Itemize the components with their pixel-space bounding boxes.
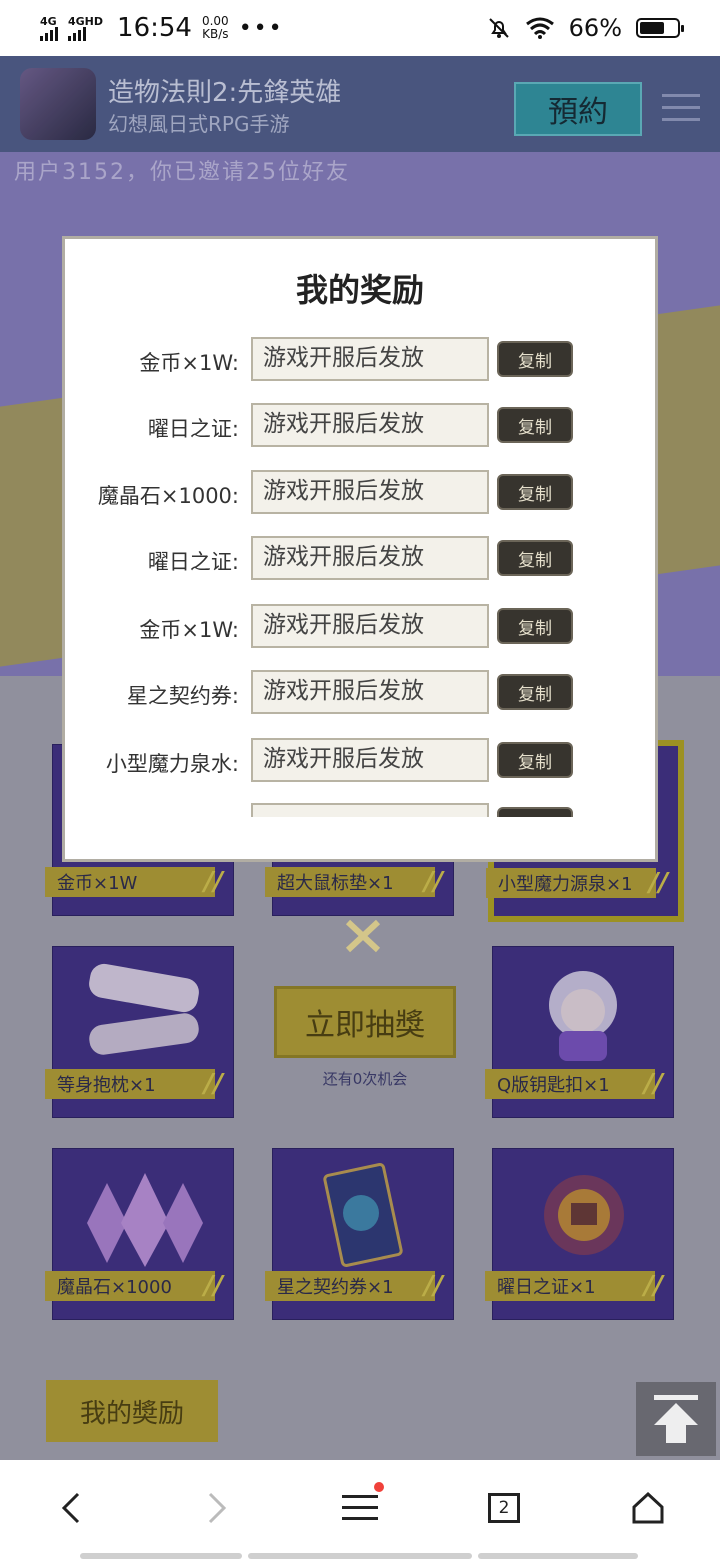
notification-dot	[374, 1482, 384, 1492]
reward-row: 金币×1W: 游戏开服后发放 复制	[65, 604, 655, 652]
reward-list[interactable]: 金币×1W: 游戏开服后发放 复制 曜日之证: 游戏开服后发放 复制 魔晶石×1…	[65, 335, 655, 817]
menu-icon	[342, 1495, 378, 1520]
status-bar: 4G 4GHD 16:54 0.00 KB/s ••• 66%	[0, 0, 720, 56]
reward-row: 金币×1W: 游戏开服后发放 复制	[65, 337, 655, 385]
signal-indicator-2: 4GHD	[68, 16, 103, 41]
wifi-icon	[525, 17, 554, 39]
reward-name: 金币×1W:	[139, 351, 239, 375]
reward-code-field[interactable]: 游戏开服后发放	[251, 604, 489, 648]
reward-code-field[interactable]: 游戏开服后发放	[251, 670, 489, 714]
chevron-left-icon	[61, 1492, 80, 1524]
reward-name: 曜日之证:	[147, 550, 239, 574]
copy-button[interactable]: 复制	[497, 341, 573, 377]
menu-button[interactable]	[330, 1478, 390, 1538]
gesture-bar-segment	[478, 1553, 638, 1559]
my-rewards-dialog: 我的奖励 金币×1W: 游戏开服后发放 复制 曜日之证: 游戏开服后发放 复制 …	[62, 236, 658, 862]
copy-button[interactable]: 复制	[497, 540, 573, 576]
reward-name: 小型魔力泉水:	[105, 752, 239, 776]
gesture-bar-segment	[80, 1553, 242, 1559]
copy-button[interactable]: 复制	[497, 474, 573, 510]
reward-row: 魔晶石×1000: 游戏开服后发放 复制	[65, 470, 655, 518]
clock: 16:54	[117, 13, 192, 43]
battery-percent: 66%	[568, 14, 622, 42]
signal-bars-icon	[68, 26, 86, 41]
battery-icon	[636, 18, 684, 38]
browser-bottom-nav: 2	[0, 1460, 720, 1560]
reward-name: 曜日之证:	[147, 417, 239, 441]
signal-bars-icon	[40, 26, 58, 41]
reward-code-field[interactable]: 游戏开服后发放	[251, 738, 489, 782]
chevron-right-icon	[208, 1492, 227, 1524]
reward-row: 小型魔力泉水: 游戏开服后发放 复制	[65, 738, 655, 786]
reward-row-partial	[65, 803, 655, 817]
network-speed: 0.00 KB/s	[201, 14, 229, 41]
copy-button[interactable]: 复制	[497, 407, 573, 443]
signal-indicator-1: 4G	[40, 16, 58, 41]
copy-button[interactable]: 复制	[497, 608, 573, 644]
copy-button[interactable]	[497, 807, 573, 817]
reward-code-field[interactable]: 游戏开服后发放	[251, 403, 489, 447]
reward-code-field[interactable]: 游戏开服后发放	[251, 337, 489, 381]
reward-name: 金币×1W:	[139, 618, 239, 642]
copy-button[interactable]: 复制	[497, 742, 573, 778]
bell-off-icon	[488, 18, 509, 38]
gesture-bar-segment	[248, 1553, 472, 1559]
home-icon	[632, 1491, 664, 1524]
tabs-button[interactable]: 2	[474, 1478, 534, 1538]
reward-code-field[interactable]	[251, 803, 489, 817]
dialog-title: 我的奖励	[295, 271, 424, 309]
reward-code-field[interactable]: 游戏开服后发放	[251, 536, 489, 580]
forward-button[interactable]	[186, 1478, 246, 1538]
reward-row: 曜日之证: 游戏开服后发放 复制	[65, 403, 655, 451]
reward-code-field[interactable]: 游戏开服后发放	[251, 470, 489, 514]
battery-fill	[640, 22, 664, 34]
back-button[interactable]	[42, 1478, 102, 1538]
tabs-count: 2	[488, 1493, 520, 1523]
reward-name: 魔晶石×1000:	[97, 484, 239, 508]
home-button[interactable]	[618, 1478, 678, 1538]
copy-button[interactable]: 复制	[497, 674, 573, 710]
reward-row: 星之契约券: 游戏开服后发放 复制	[65, 670, 655, 718]
reward-row: 曜日之证: 游戏开服后发放 复制	[65, 536, 655, 584]
reward-name: 星之契约券:	[126, 684, 239, 708]
close-icon[interactable]	[342, 914, 384, 956]
more-notifications-icon: •••	[238, 15, 284, 41]
